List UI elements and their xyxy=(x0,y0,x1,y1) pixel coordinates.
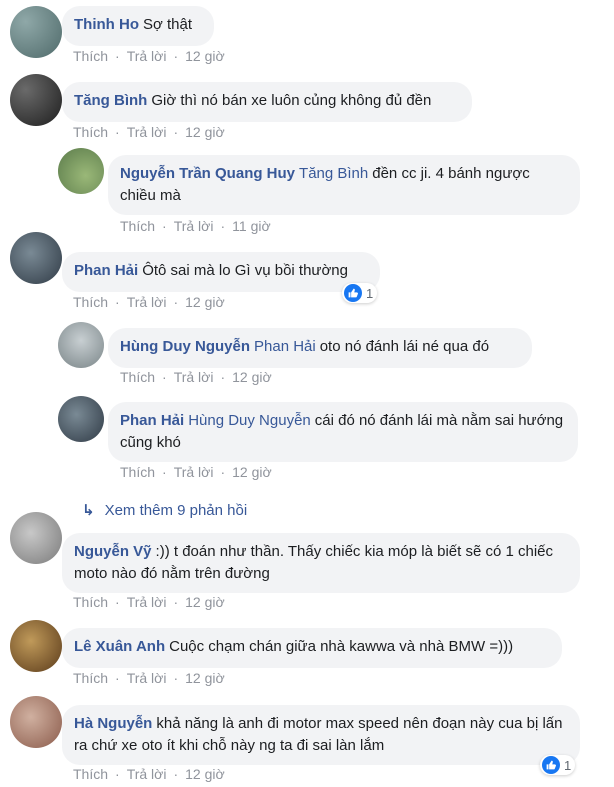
separator: · xyxy=(220,218,226,234)
comment-text: Cuộc chạm chán giữa nhà kawwa và nhà BMW… xyxy=(169,638,514,655)
reply-arrow-icon: ↳ xyxy=(82,502,95,519)
avatar[interactable] xyxy=(10,74,62,126)
separator: · xyxy=(115,766,120,782)
comment-bubble: Hùng Duy Nguyễn Phan Hải oto nó đánh lái n… xyxy=(108,328,532,368)
timestamp[interactable]: 11 giờ xyxy=(232,218,271,234)
separator: · xyxy=(173,124,179,140)
comment-text: Sợ thật xyxy=(142,16,193,33)
comment-author[interactable]: Thinh Ho xyxy=(74,16,139,33)
comment-bubble: Lê Xuân Anh Cuộc chạm chán giữa nhà kawwa… xyxy=(62,628,562,668)
comment-author[interactable]: Phan Hải xyxy=(74,262,138,279)
comment-author[interactable]: Tăng Bình xyxy=(74,92,147,109)
comment-actions: Thích · Trả lời · 12 giờ xyxy=(73,766,225,782)
avatar[interactable] xyxy=(58,396,104,442)
comment-actions: Thích · Trả lời · 12 giờ xyxy=(73,124,225,140)
timestamp[interactable]: 12 giờ xyxy=(185,670,225,686)
timestamp[interactable]: 12 giờ xyxy=(185,766,225,782)
like-icon xyxy=(344,284,362,302)
comment-actions: Thích · Trả lời · 12 giờ xyxy=(73,670,225,686)
separator: · xyxy=(115,670,120,686)
reply-link[interactable]: Trả lời xyxy=(127,294,167,310)
separator: · xyxy=(162,464,167,480)
comment-bubble: Phan Hải Ôtô sai mà lo Gì vụ bồi thường xyxy=(62,252,380,292)
like-icon xyxy=(542,756,560,774)
like-link[interactable]: Thích xyxy=(73,48,108,64)
reply-link[interactable]: Trả lời xyxy=(174,464,214,480)
comment-bubble: Tăng Bình Giờ thì nó bán xe luôn củng khô… xyxy=(62,82,472,122)
mention-tag[interactable]: Phan Hải xyxy=(254,338,316,355)
like-link[interactable]: Thích xyxy=(73,766,108,782)
mention-tag[interactable]: Tăng Bình xyxy=(299,165,368,182)
reply-link[interactable]: Trả lời xyxy=(127,594,167,610)
like-link[interactable]: Thích xyxy=(73,670,108,686)
comment-author[interactable]: Hùng Duy Nguyễn xyxy=(120,338,250,355)
reply-link[interactable]: Trả lời xyxy=(127,48,167,64)
like-link[interactable]: Thích xyxy=(120,218,155,234)
separator: · xyxy=(220,464,226,480)
avatar[interactable] xyxy=(10,232,62,284)
separator: · xyxy=(220,369,226,385)
avatar[interactable] xyxy=(58,148,104,194)
reply-link[interactable]: Trả lời xyxy=(127,124,167,140)
comment-actions: Thích · Trả lời · 11 giờ xyxy=(120,218,271,234)
reply-link[interactable]: Trả lời xyxy=(174,369,214,385)
comment-bubble: Nguyễn Vỹ:)) t đoán như thần. Thấy chiếc… xyxy=(62,533,580,593)
separator: · xyxy=(162,369,167,385)
reaction-count[interactable]: 1 xyxy=(540,755,576,775)
separator: · xyxy=(173,48,179,64)
reply-link[interactable]: Trả lời xyxy=(127,670,167,686)
like-link[interactable]: Thích xyxy=(120,369,155,385)
separator: · xyxy=(115,48,120,64)
comment-text: cái đó nó đánh lái mà nằm sai hướng cũng… xyxy=(120,412,564,451)
avatar[interactable] xyxy=(10,696,62,748)
comment-bubble: Thinh Ho Sợ thật xyxy=(62,6,214,46)
avatar[interactable] xyxy=(10,6,62,58)
comment-text: Ôtô sai mà lo Gì vụ bồi thường xyxy=(142,262,348,279)
avatar[interactable] xyxy=(10,512,62,564)
like-link[interactable]: Thích xyxy=(73,594,108,610)
separator: · xyxy=(173,670,179,686)
comment-actions: Thích · Trả lời · 12 giờ xyxy=(120,369,272,385)
comment-bubble: Phan Hải Hùng Duy Nguyễn cái đó nó đánh lá… xyxy=(108,402,578,462)
separator: · xyxy=(173,594,179,610)
timestamp[interactable]: 12 giờ xyxy=(185,48,225,64)
reaction-count[interactable]: 1 xyxy=(342,283,378,303)
comment-author[interactable]: Nguyễn Trần Quang Huy xyxy=(120,165,295,182)
reaction-number: 1 xyxy=(564,757,572,773)
comment-author[interactable]: Hà Nguyễn xyxy=(74,715,152,732)
like-link[interactable]: Thích xyxy=(73,294,108,310)
comment-author[interactable]: Nguyễn Vỹ xyxy=(74,543,152,560)
timestamp[interactable]: 12 giờ xyxy=(232,369,272,385)
timestamp[interactable]: 12 giờ xyxy=(185,594,225,610)
comment-actions: Thích · Trả lời · 12 giờ xyxy=(73,294,225,310)
separator: · xyxy=(115,594,120,610)
timestamp[interactable]: 12 giờ xyxy=(185,294,225,310)
timestamp[interactable]: 12 giờ xyxy=(185,124,225,140)
separator: · xyxy=(162,218,167,234)
reply-link[interactable]: Trả lời xyxy=(127,766,167,782)
separator: · xyxy=(173,766,179,782)
mention-tag[interactable]: Hùng Duy Nguyễn xyxy=(188,412,311,429)
reply-link[interactable]: Trả lời xyxy=(174,218,214,234)
comment-bubble: Nguyễn Trần Quang Huy Tăng Bình đền cc ji.… xyxy=(108,155,580,215)
separator: · xyxy=(115,124,120,140)
comment-bubble: Hà Nguyễn khả năng là anh đi motor max sp… xyxy=(62,705,580,765)
separator: · xyxy=(115,294,120,310)
comment-author[interactable]: Lê Xuân Anh xyxy=(74,638,165,655)
avatar[interactable] xyxy=(10,620,62,672)
like-link[interactable]: Thích xyxy=(73,124,108,140)
comment-actions: Thích · Trả lời · 12 giờ xyxy=(73,48,225,64)
comment-actions: Thích · Trả lời · 12 giờ xyxy=(73,594,225,610)
comment-actions: Thích · Trả lời · 12 giờ xyxy=(120,464,272,480)
comment-author[interactable]: Phan Hải xyxy=(120,412,184,429)
like-link[interactable]: Thích xyxy=(120,464,155,480)
comment-text: Giờ thì nó bán xe luôn củng không đủ đền xyxy=(151,92,432,109)
reaction-number: 1 xyxy=(366,285,374,301)
avatar[interactable] xyxy=(58,322,104,368)
comment-text: oto nó đánh lái né qua đó xyxy=(319,338,490,355)
view-more-replies-link[interactable]: ↳ Xem thêm 9 phản hồi xyxy=(82,501,247,519)
more-replies-label: Xem thêm 9 phản hồi xyxy=(104,502,248,519)
timestamp[interactable]: 12 giờ xyxy=(232,464,272,480)
separator: · xyxy=(173,294,179,310)
